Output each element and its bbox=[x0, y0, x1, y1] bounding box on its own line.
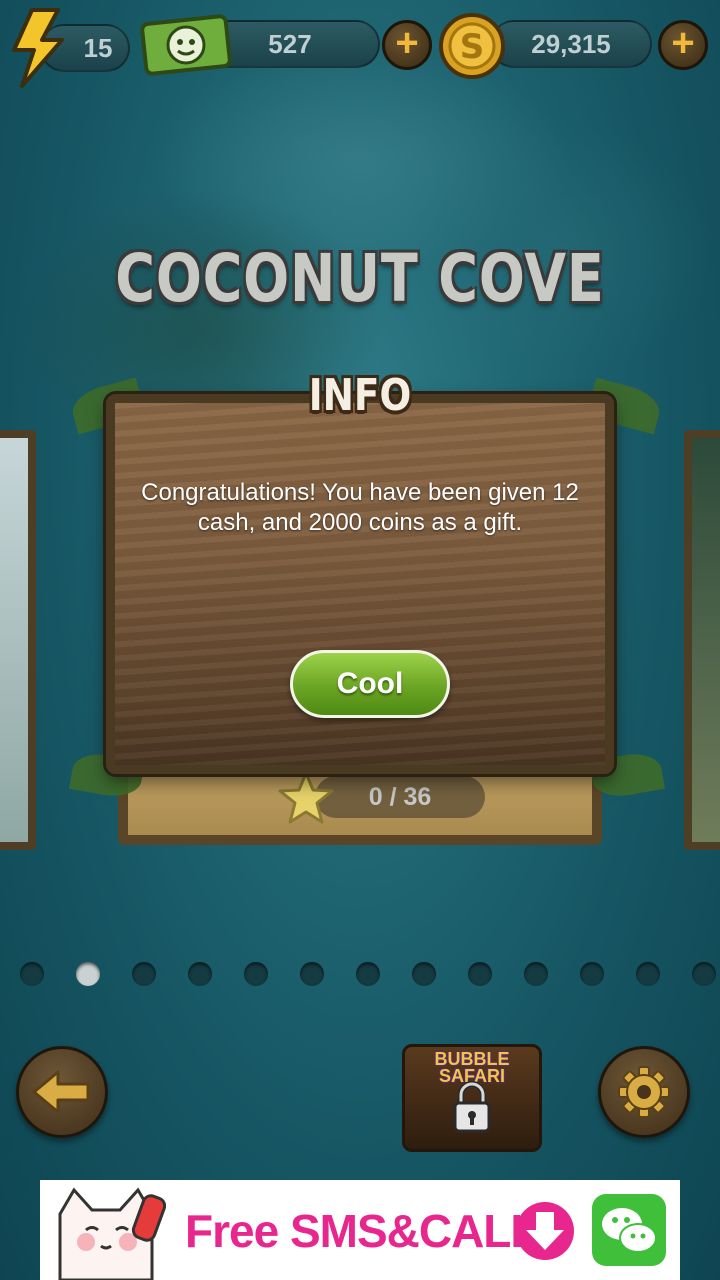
coins-counter: 29,315 bbox=[490, 20, 652, 68]
cool-button[interactable]: Cool bbox=[290, 650, 450, 718]
ad-text: Free SMS&CALL bbox=[185, 1205, 538, 1257]
page-dot[interactable] bbox=[524, 962, 548, 986]
page-dot[interactable] bbox=[580, 962, 604, 986]
page-dot[interactable] bbox=[692, 962, 716, 986]
page-dot[interactable] bbox=[188, 962, 212, 986]
arrow-left-icon bbox=[32, 1070, 90, 1114]
page-dot-active[interactable] bbox=[76, 962, 100, 986]
previous-level-card[interactable] bbox=[0, 430, 36, 850]
back-button[interactable] bbox=[16, 1046, 108, 1138]
gear-icon bbox=[618, 1066, 670, 1118]
energy-value: 15 bbox=[83, 32, 113, 63]
coins-value: 29,315 bbox=[531, 28, 611, 59]
star-progress: 0 / 36 bbox=[270, 770, 485, 824]
download-arrow-icon bbox=[516, 1202, 574, 1260]
page-dot[interactable] bbox=[468, 962, 492, 986]
page-dot[interactable] bbox=[244, 962, 268, 986]
dialog-message: Congratulations! You have been given 12 … bbox=[141, 479, 579, 536]
level-page-indicator bbox=[20, 962, 720, 986]
lightning-icon bbox=[12, 8, 64, 88]
coin-icon: S bbox=[439, 13, 505, 79]
next-level-card[interactable] bbox=[684, 430, 720, 850]
star-progress-value: 0 / 36 bbox=[315, 776, 485, 818]
level-title: COCONUT COVE bbox=[115, 240, 605, 317]
ad-banner[interactable]: Free SMS&CALL bbox=[40, 1180, 680, 1280]
dialog-title: INFO bbox=[308, 370, 412, 421]
locked-game-tile[interactable]: BUBBLE SAFARI bbox=[402, 1044, 542, 1152]
cat-mascot-icon bbox=[58, 1187, 166, 1280]
chat-app-icon bbox=[592, 1194, 666, 1266]
page-dot[interactable] bbox=[636, 962, 660, 986]
add-coins-button[interactable]: + bbox=[658, 20, 708, 70]
page-dot[interactable] bbox=[20, 962, 44, 986]
cash-monkey-icon bbox=[140, 14, 232, 76]
cash-value: 527 bbox=[268, 28, 312, 59]
page-dot[interactable] bbox=[300, 962, 324, 986]
page-dot[interactable] bbox=[132, 962, 156, 986]
page-dot[interactable] bbox=[356, 962, 380, 986]
star-icon bbox=[278, 771, 334, 824]
svg-text:S: S bbox=[460, 27, 485, 67]
lock-icon bbox=[453, 1081, 491, 1133]
page-dot[interactable] bbox=[412, 962, 436, 986]
settings-button[interactable] bbox=[598, 1046, 690, 1138]
add-cash-button[interactable]: + bbox=[382, 20, 432, 70]
